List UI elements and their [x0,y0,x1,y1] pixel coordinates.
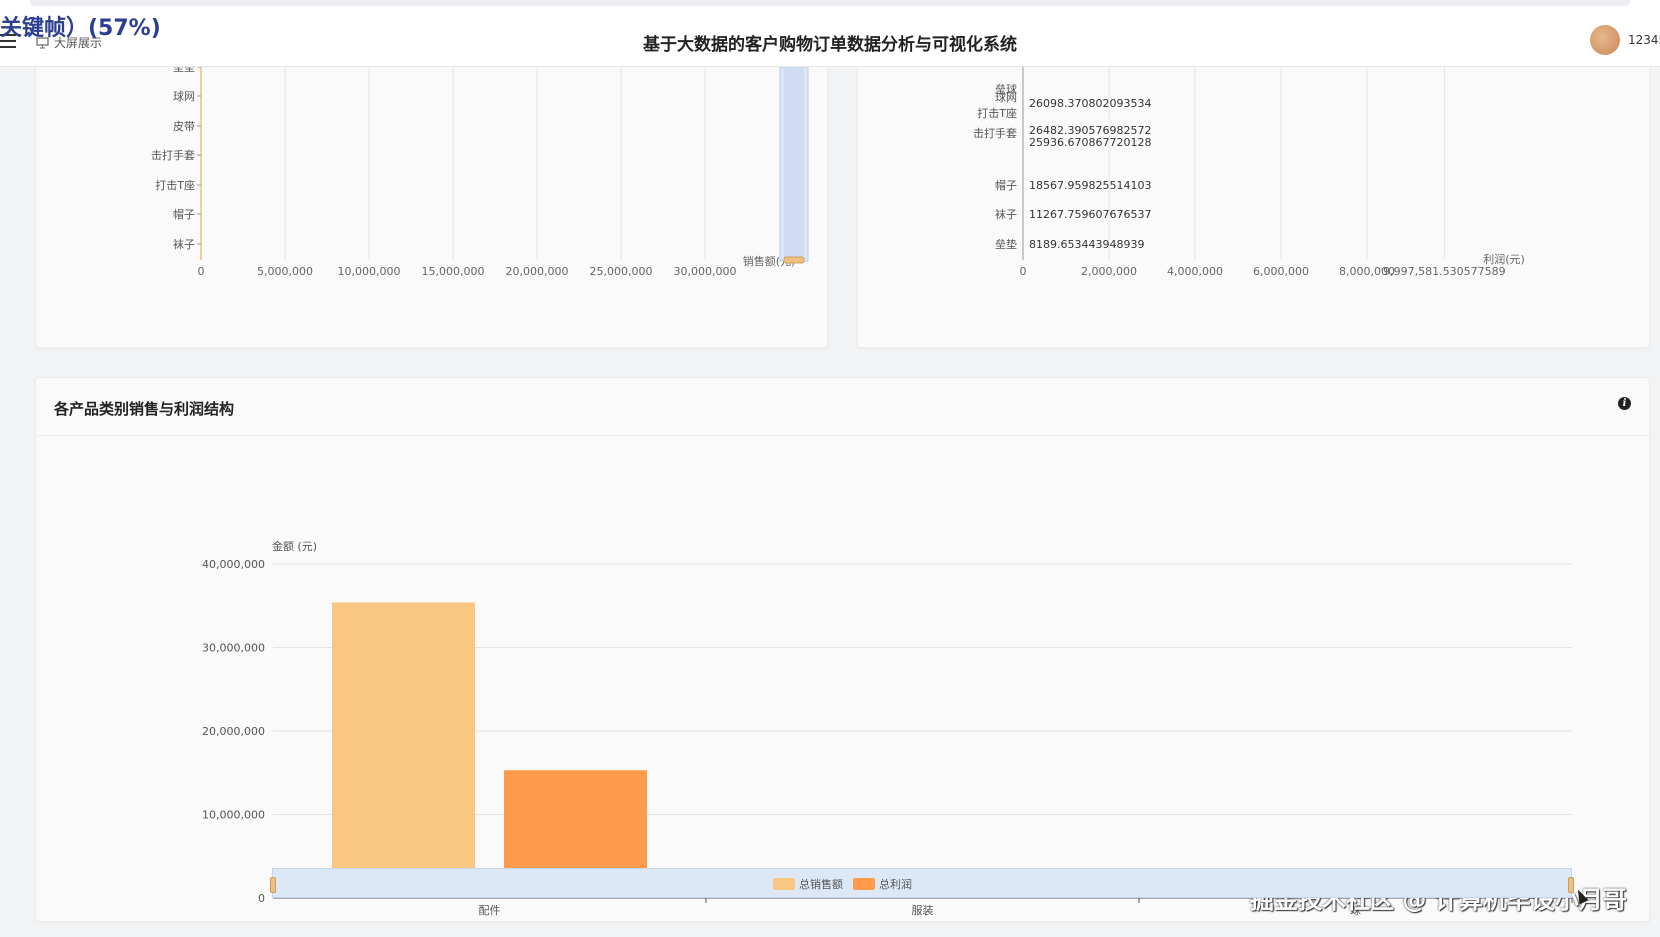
y-tick-label: 20,000,000 [202,725,265,738]
legend-swatch-sales [773,878,795,890]
x-tick-label: 0 [198,265,205,278]
card-title: 各产品类别销售与利润结构 [54,400,235,418]
legend-item-profit[interactable]: 总利润 [853,876,912,892]
username[interactable]: 12345 [1628,33,1660,47]
x-tick-label: 0 [1020,265,1027,278]
y-category-label: 帽子 [173,208,195,221]
y-axis-name: 金额 (元) [272,539,317,553]
y-category-label: 球网 [173,89,195,103]
y-category-label: 打击T座 [155,178,195,192]
y-category-label: 垒垫 [995,237,1017,251]
x-category-label: 配件 [479,904,501,917]
data-label: 26098.370802093534 [1029,97,1151,110]
card-header: 各产品类别销售与利润结构 i [36,378,1649,436]
y-tick-label: 30,000,000 [202,642,265,655]
x-tick-label: 5,000,000 [257,265,313,278]
zoom-slider-fill [784,67,804,257]
x-tick-label: 4,000,000 [1167,265,1223,278]
y-category-label: 帽子 [995,179,1017,192]
category-bar-chart: 金额 (元) 0 10,000,000 20,000,000 30,000,000 40,… [202,539,1573,917]
y-category-label: 垒垒 [173,67,195,74]
system-title: 基于大数据的客户购物订单数据分析与可视化系统 [643,35,1017,55]
zoom-slider[interactable]: 总销售额 总利润 [270,868,1574,898]
y-category-label: 袜子 [995,207,1017,221]
y-tick-label: 10,000,000 [202,809,265,822]
legend-label-profit: 总利润 [879,878,912,891]
y-category-label: 打击T座 [977,106,1017,120]
x-tick-label: 10,000,000 [338,265,401,278]
bar-sales [332,602,475,898]
data-label: 8189.653443948939 [1029,238,1144,251]
y-tick-label: 40,000,000 [202,558,265,571]
data-label: 11267.759607676537 [1029,208,1151,221]
zoom-handle [783,256,805,264]
legend-swatch-profit [853,878,875,890]
data-label: 25936.670867720128 [1029,136,1151,149]
x-tick-label: 30,000,000 [674,265,737,278]
x-tick-label: 20,000,000 [506,265,569,278]
chart-legend: 总销售额 总利润 [773,876,912,892]
y-category-label: 击打手套 [973,126,1017,140]
legend-label-sales: 总销售额 [799,878,843,891]
y-category-label: 击打手套 [151,148,195,162]
top-scroll-strip [30,0,1630,6]
x-axis-name: 利润(元) [1483,252,1525,266]
x-category-label: 服装 [912,904,934,917]
info-icon[interactable]: i [1618,397,1631,410]
avatar[interactable] [1590,25,1620,55]
data-label: 27928.949325763546 [1029,67,1151,70]
category-structure-card: 各产品类别销售与利润结构 i 金额 (元) 0 10,000,000 20,000,0… [35,377,1650,922]
sales-ranking-card: 0 5,000,000 10,000,000 15,000,000 20,000,000… [35,61,828,348]
profit-ranking-chart: 0 2,000,000 4,000,000 6,000,000 8,000,0009,9… [973,57,1525,278]
top-bar: 大屏展示 关键帧）(57%) 基于大数据的客户购物订单数据分析与可视化系统 12… [0,0,1660,67]
y-category-label: 球网 [995,90,1017,104]
x-tick-label: 2,000,000 [1081,265,1137,278]
legend-item-sales[interactable]: 总销售额 [773,876,843,892]
zoom-handle-left[interactable] [270,877,276,893]
y-tick-label: 0 [258,892,265,905]
y-category-label: 皮带 [173,120,195,133]
profit-ranking-card: 0 2,000,000 4,000,000 6,000,000 8,000,000 9,9… [857,57,1650,348]
zoom-handle-right[interactable] [1568,877,1574,893]
x-tick-label: 9,997,581.530577589 [1383,265,1505,278]
x-tick-label: 6,000,000 [1253,265,1309,278]
x-tick-label: 25,000,000 [590,265,653,278]
data-label: 18567.959825514103 [1029,179,1151,192]
sales-ranking-chart: 0 5,000,000 10,000,000 15,000,000 20,000,000… [151,61,809,278]
x-tick-label: 15,000,000 [422,265,485,278]
y-category-label: 袜子 [173,237,195,251]
